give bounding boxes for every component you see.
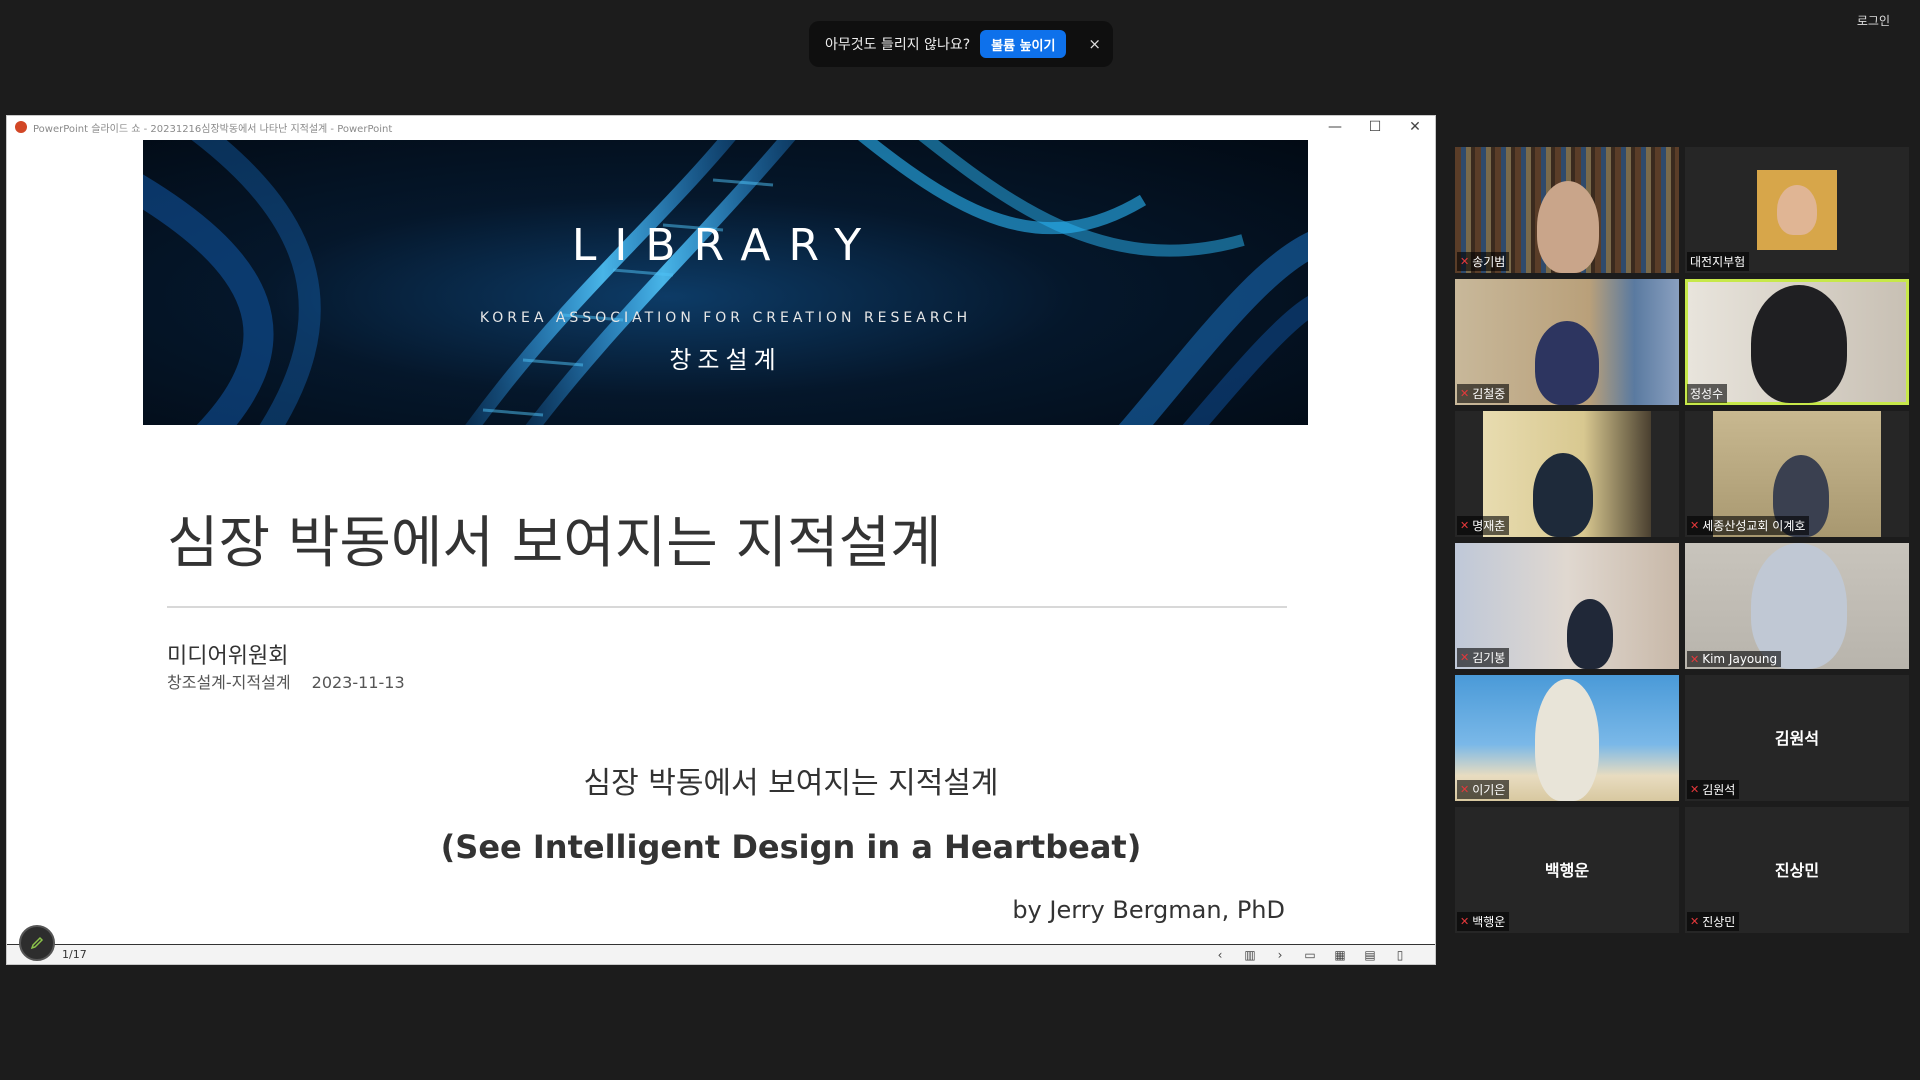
participant-name: 명재춘 bbox=[1472, 519, 1506, 533]
banner-title: LIBRARY bbox=[571, 220, 880, 271]
participant-tile[interactable]: 진상민 ✕ 진상민 bbox=[1685, 807, 1909, 933]
participant-tile[interactable]: 백행운 ✕ 백행운 bbox=[1455, 807, 1679, 933]
participant-name: 진상민 bbox=[1702, 915, 1736, 929]
dna-helix-graphic bbox=[143, 140, 1308, 425]
pen-icon bbox=[30, 936, 44, 950]
increase-volume-button[interactable]: 볼륨 높이기 bbox=[980, 30, 1067, 58]
muted-mic-icon: ✕ bbox=[1460, 651, 1470, 664]
participant-tile[interactable]: ✕ 김기봉 bbox=[1455, 543, 1679, 669]
participant-center-name: 김원석 bbox=[1774, 729, 1820, 748]
muted-mic-icon: ✕ bbox=[1460, 387, 1470, 400]
previous-slide-icon[interactable]: ‹ bbox=[1205, 948, 1235, 962]
participant-name: Kim Jayoung bbox=[1702, 652, 1778, 666]
muted-mic-icon: ✕ bbox=[1460, 255, 1470, 268]
participant-face bbox=[1533, 453, 1593, 537]
participant-tile[interactable]: 대전지부험 bbox=[1685, 147, 1909, 273]
close-icon[interactable]: × bbox=[1088, 35, 1101, 53]
participant-face bbox=[1537, 181, 1599, 273]
participant-name: 백행운 bbox=[1472, 915, 1506, 929]
ppt-statusbar: 1/17 ‹ ▥ › ▭ ▦ ▤ ▯ bbox=[7, 925, 1435, 964]
window-title: PowerPoint 슬라이드 쇼 - 20231216심장박동에서 나타난 지… bbox=[33, 123, 393, 135]
participant-tile[interactable]: ✕ Kim Jayoung bbox=[1685, 543, 1909, 669]
slide-department: 미디어위원회 bbox=[167, 644, 289, 669]
participant-name: 대전지부험 bbox=[1690, 255, 1746, 269]
participant-tile[interactable]: ✕ 이기은 bbox=[1455, 675, 1679, 801]
participant-name: 김철중 bbox=[1472, 387, 1506, 401]
slide-title: 심장 박동에서 보여지는 지적설계 bbox=[167, 511, 942, 576]
participant-face bbox=[1535, 321, 1599, 405]
participant-tile[interactable]: ✕ 명재춘 bbox=[1455, 411, 1679, 537]
window-controls: — ☐ ✕ bbox=[1315, 116, 1435, 138]
muted-mic-icon: ✕ bbox=[1460, 783, 1470, 796]
muted-mic-icon: ✕ bbox=[1460, 519, 1470, 532]
participant-tile[interactable]: ✕ 김철중 bbox=[1455, 279, 1679, 405]
slide-sorter-icon[interactable]: ▦ bbox=[1325, 948, 1355, 962]
participant-tile[interactable]: 김원석 ✕ 김원석 bbox=[1685, 675, 1909, 801]
page-indicator: 1/17 bbox=[62, 948, 87, 961]
login-link[interactable]: 로그인 bbox=[1857, 12, 1890, 29]
maximize-button[interactable]: ☐ bbox=[1355, 116, 1395, 138]
participant-face bbox=[1751, 285, 1847, 403]
participant-name: 세종산성교회 이계호 bbox=[1702, 519, 1806, 533]
slide-banner: LIBRARY KOREA ASSOCIATION FOR CREATION R… bbox=[143, 140, 1308, 425]
normal-view-icon[interactable]: ▭ bbox=[1295, 948, 1325, 962]
slide-author: by Jerry Bergman, PhD bbox=[1012, 896, 1285, 924]
notification-message: 아무것도 들리지 않나요? bbox=[825, 37, 971, 53]
slide-korean-title: 심장 박동에서 보여지는 지적설계 bbox=[583, 766, 999, 801]
slide-divider bbox=[167, 606, 1287, 608]
powerpoint-window: PowerPoint 슬라이드 쇼 - 20231216심장박동에서 나타난 지… bbox=[6, 115, 1436, 965]
participant-center-name: 백행운 bbox=[1544, 861, 1590, 880]
close-window-button[interactable]: ✕ bbox=[1395, 116, 1435, 138]
muted-mic-icon: ✕ bbox=[1690, 519, 1700, 532]
muted-mic-icon: ✕ bbox=[1690, 652, 1700, 666]
muted-mic-icon: ✕ bbox=[1690, 915, 1700, 928]
slide-menu-icon[interactable]: ▥ bbox=[1235, 948, 1265, 962]
participant-center-name: 진상민 bbox=[1774, 861, 1820, 880]
participant-name: 이기은 bbox=[1472, 783, 1506, 797]
slideshow-icon[interactable]: ▯ bbox=[1385, 948, 1415, 962]
ppt-titlebar: PowerPoint 슬라이드 쇼 - 20231216심장박동에서 나타난 지… bbox=[7, 116, 1435, 138]
slide-date: 2023-11-13 bbox=[311, 673, 405, 692]
slide[interactable]: LIBRARY KOREA ASSOCIATION FOR CREATION R… bbox=[7, 138, 1435, 938]
participant-name: 김원석 bbox=[1702, 783, 1736, 797]
participant-face bbox=[1567, 599, 1613, 669]
muted-mic-icon: ✕ bbox=[1690, 783, 1700, 796]
participant-tile-active-speaker[interactable]: 정성수 bbox=[1685, 279, 1909, 405]
muted-mic-icon: ✕ bbox=[1460, 915, 1470, 928]
banner-subtitle: KOREA ASSOCIATION FOR CREATION RESEARCH bbox=[479, 310, 972, 326]
slide-meta: 창조설계-지적설계 2023-11-13 bbox=[167, 669, 405, 693]
statusbar-icons: ‹ ▥ › ▭ ▦ ▤ ▯ bbox=[1205, 948, 1415, 962]
participant-face bbox=[1535, 679, 1599, 801]
audio-notification: 아무것도 들리지 않나요? 볼륨 높이기 × bbox=[809, 21, 1113, 67]
participant-face bbox=[1777, 185, 1817, 235]
slide-category: 창조설계-지적설계 bbox=[167, 673, 291, 692]
slide-english-title: (See Intelligent Design in a Heartbeat) bbox=[440, 828, 1142, 866]
next-slide-icon[interactable]: › bbox=[1265, 948, 1295, 962]
participant-tile[interactable]: ✕ 세종산성교회 이계호 bbox=[1685, 411, 1909, 537]
participant-name: 김기봉 bbox=[1472, 651, 1506, 665]
participant-name: 정성수 bbox=[1690, 387, 1724, 401]
participant-gallery: ✕ 송기범 대전지부험 ✕ 김철중 정성수 ✕ 명재춘 ✕ 세종산성교회 이계호 ✕ 김기… bbox=[1455, 147, 1913, 935]
powerpoint-logo-icon bbox=[15, 121, 27, 133]
pen-tool-button[interactable] bbox=[19, 925, 55, 961]
participant-name: 송기범 bbox=[1472, 255, 1506, 269]
participant-tile[interactable]: ✕ 송기범 bbox=[1455, 147, 1679, 273]
banner-korean-text: 창조설계 bbox=[669, 346, 782, 374]
minimize-button[interactable]: — bbox=[1315, 116, 1355, 138]
reading-view-icon[interactable]: ▤ bbox=[1355, 948, 1385, 962]
